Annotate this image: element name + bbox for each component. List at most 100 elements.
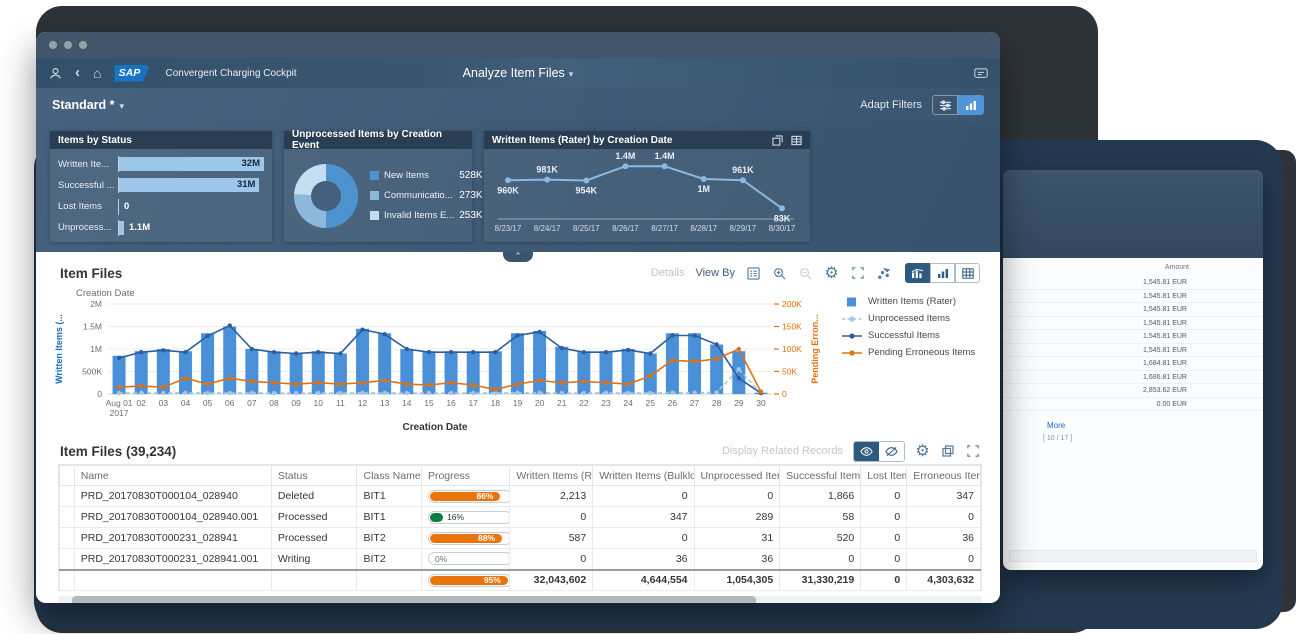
window-dot[interactable] — [49, 41, 57, 49]
amount-row: 2,853.62 EUR — [1003, 384, 1263, 398]
legend-item[interactable]: Pending Erroneous Items — [842, 347, 1000, 358]
progress-indicator: 0% — [428, 552, 510, 565]
filter-rows-toggle[interactable] — [932, 95, 958, 115]
column-header[interactable]: Name — [74, 466, 271, 486]
svg-text:8/29/17: 8/29/17 — [730, 224, 757, 233]
column-header[interactable]: Successful Items — [780, 466, 861, 486]
scrollbar-thumb[interactable] — [72, 596, 756, 603]
svg-text:960K: 960K — [497, 185, 519, 195]
kpi-card-unprocessed-by-event: Unprocessed Items by Creation Event New … — [284, 131, 472, 242]
amount-column-header: Amount — [1165, 264, 1189, 271]
svg-text:24: 24 — [623, 398, 633, 408]
legend-item[interactable]: Written Items (Rater) — [842, 296, 1000, 307]
column-header[interactable]: Lost Items — [861, 466, 907, 486]
status-bar-zone: 0 — [118, 199, 264, 215]
svg-text:05: 05 — [203, 398, 213, 408]
copilot-icon[interactable] — [974, 66, 988, 80]
svg-text:23: 23 — [601, 398, 611, 408]
column-header[interactable]: Progress — [421, 466, 509, 486]
svg-text:8/30/17: 8/30/17 — [769, 224, 796, 233]
legend-item[interactable]: Unprocessed Items — [842, 313, 1000, 324]
home-icon[interactable]: ⌂ — [93, 66, 101, 80]
svg-text:29: 29 — [734, 398, 744, 408]
zoom-out-icon[interactable] — [798, 266, 813, 281]
app-header: ‹ ⌂ SAP Convergent Charging Cockpit Anal… — [36, 58, 1000, 88]
svg-text:06: 06 — [225, 398, 235, 408]
chart-settings-icon[interactable]: ⚙ — [824, 266, 839, 281]
chart-view-toggle[interactable] — [958, 95, 984, 115]
table-fullscreen-icon[interactable] — [965, 444, 980, 459]
donut-legend-item[interactable]: New Items528K — [370, 170, 483, 181]
selection-icon[interactable] — [876, 266, 891, 281]
bar-chart-button[interactable] — [930, 263, 955, 283]
adapt-filters-button[interactable]: Adapt Filters — [860, 99, 922, 111]
hide-related-icon[interactable] — [879, 442, 904, 461]
combination-chart-button[interactable] — [905, 263, 930, 283]
back-icon[interactable]: ‹ — [75, 66, 80, 80]
background-window-scrollbar[interactable] — [1009, 550, 1257, 562]
chart-legend: Written Items (Rater) Unprocessed Items Su… — [842, 296, 1000, 358]
amount-row: 1,545.81 EUR — [1003, 330, 1263, 344]
card-title: Unprocessed Items by Creation Event — [284, 131, 472, 149]
svg-text:50K: 50K — [782, 367, 797, 377]
legend-label: Successful Items — [868, 330, 940, 341]
column-header[interactable]: Erroneous Items — [907, 466, 981, 486]
legend-item[interactable]: Successful Items — [842, 330, 1000, 341]
table-view-icon[interactable] — [791, 135, 802, 146]
page-title-dropdown[interactable]: Analyze Item Files ▾ — [463, 66, 574, 80]
column-header[interactable]: Written Items (Rater) — [510, 466, 593, 486]
open-in-new-icon[interactable] — [772, 135, 783, 146]
svg-text:8/26/17: 8/26/17 — [612, 224, 639, 233]
card-title: Written Items (Rater) by Creation Date — [492, 135, 672, 146]
chevron-down-icon: ▾ — [569, 69, 574, 79]
variant-selector[interactable]: Standard *▾ — [52, 98, 124, 112]
legend-label: Pending Erroneous Items — [868, 347, 975, 358]
svg-text:20: 20 — [535, 398, 545, 408]
fullscreen-icon[interactable] — [850, 266, 865, 281]
show-related-icon[interactable] — [854, 442, 879, 461]
table-settings-icon[interactable]: ⚙ — [915, 444, 930, 459]
legend-marker — [842, 348, 862, 358]
svg-text:10: 10 — [314, 398, 324, 408]
column-header[interactable]: Unprocessed Items — [694, 466, 780, 486]
donut-legend-item[interactable]: Invalid Items E...253K — [370, 210, 483, 221]
view-by-button[interactable]: View By — [695, 267, 735, 279]
amount-row: 1,545.81 EUR — [1003, 303, 1263, 317]
svg-text:150K: 150K — [782, 322, 802, 332]
column-header[interactable]: Written Items (Bulkloader) — [593, 466, 694, 486]
window-dot[interactable] — [79, 41, 87, 49]
svg-text:22: 22 — [579, 398, 589, 408]
table-row[interactable]: PRD_20170830T000104_028940.001ProcessedB… — [60, 507, 981, 528]
more-link[interactable]: More — [1047, 421, 1065, 430]
column-header[interactable]: Status — [271, 466, 357, 486]
kpi-panel: Items by Status Written Ite...32MSuccess… — [36, 122, 1000, 252]
status-bar-value: 32M — [230, 157, 260, 171]
legend-marker — [842, 314, 862, 324]
export-icon[interactable] — [940, 444, 955, 459]
window-dot[interactable] — [64, 41, 72, 49]
table-row[interactable]: PRD_20170830T000231_028941ProcessedBIT28… — [60, 528, 981, 549]
svg-text:30: 30 — [756, 398, 766, 408]
donut-legend-item[interactable]: Communicatio...273K — [370, 190, 483, 201]
svg-text:0: 0 — [782, 389, 787, 399]
status-bar — [119, 221, 124, 235]
page-title: Analyze Item Files — [463, 66, 565, 80]
table-row[interactable]: PRD_20170830T000231_028941.001WritingBIT… — [60, 549, 981, 570]
table-header-row: NameStatusClass NameProgressWritten Item… — [60, 466, 981, 486]
status-bar-value: 1.1M — [129, 221, 150, 235]
legend-label: Written Items (Rater) — [868, 296, 956, 307]
legend-label: Communicatio... — [384, 190, 454, 201]
svg-text:14: 14 — [402, 398, 412, 408]
column-header[interactable]: Class Name — [357, 466, 421, 486]
table-view-button[interactable] — [955, 263, 980, 283]
collapse-header-button[interactable]: ⌃ — [503, 252, 533, 262]
status-bar-value: 0 — [124, 200, 129, 214]
user-icon[interactable] — [48, 66, 62, 80]
table-row[interactable]: PRD_20170830T000104_028940DeletedBIT186%… — [60, 486, 981, 507]
amount-row: 1,545.81 EUR — [1003, 276, 1263, 290]
legend-icon[interactable] — [746, 266, 761, 281]
svg-text:08: 08 — [269, 398, 279, 408]
amount-row: 1,686.81 EUR — [1003, 371, 1263, 385]
combination-chart: 0500K1M1.5M2M050K100K150K200KWritten Ite… — [50, 298, 826, 422]
zoom-in-icon[interactable] — [772, 266, 787, 281]
